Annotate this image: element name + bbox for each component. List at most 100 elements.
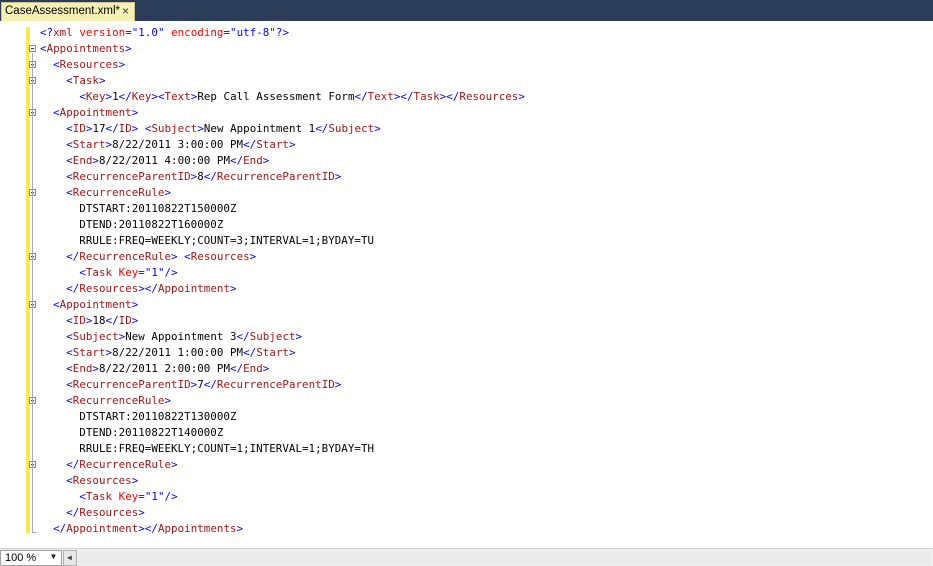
code-token: > — [288, 346, 296, 359]
code-token: </ — [105, 122, 119, 135]
code-line[interactable]: <End>8/22/2011 2:00:00 PM</End> — [40, 361, 269, 377]
code-line[interactable]: <ID>17</ID> <Subject>New Appointment 1</… — [40, 121, 381, 137]
code-token: </ — [354, 90, 368, 103]
code-token: RecurrenceParentID — [72, 170, 191, 183]
code-line[interactable]: <Start>8/22/2011 1:00:00 PM</Start> — [40, 345, 296, 361]
code-token: > — [131, 106, 139, 119]
code-line[interactable]: <Resources> — [40, 57, 125, 73]
code-line[interactable]: <Appointment> — [40, 105, 138, 121]
code-token: 17 — [92, 122, 106, 135]
code-token: > — [230, 282, 237, 295]
collapse-toggle-icon[interactable] — [29, 45, 36, 52]
line-gutter — [0, 21, 26, 548]
code-line[interactable]: <Key>1</Key><Text>Rep Call Assessment Fo… — [40, 89, 525, 105]
code-line[interactable]: <RecurrenceParentID>7</RecurrenceParentI… — [40, 377, 341, 393]
code-token: Resources — [72, 474, 132, 487]
code-line[interactable]: DTEND:20110822T140000Z — [40, 425, 223, 441]
code-token: Start — [256, 346, 289, 359]
code-token: > — [98, 74, 106, 87]
code-token: </ — [236, 330, 250, 343]
code-token: </ — [230, 362, 244, 375]
code-line[interactable]: DTSTART:20110822T150000Z — [40, 201, 237, 217]
code-line[interactable]: <Appointments> — [40, 41, 132, 57]
code-token: DTSTART:20110822T130000Z — [40, 410, 237, 423]
tab-caseassessment-xml[interactable]: CaseAssessment.xml* × — [1, 2, 135, 21]
code-line[interactable]: RRULE:FREQ=WEEKLY;COUNT=3;INTERVAL=1;BYD… — [40, 233, 374, 249]
code-line[interactable]: RRULE:FREQ=WEEKLY;COUNT=1;INTERVAL=1;BYD… — [40, 441, 374, 457]
code-token: > — [262, 362, 270, 375]
code-token: </ — [243, 138, 257, 151]
code-token: Resources — [79, 506, 139, 519]
code-line[interactable]: </Resources></Appointment> — [40, 281, 237, 297]
code-token: Start — [72, 346, 106, 359]
code-token: RecurrenceParentID — [216, 378, 335, 391]
code-line[interactable]: <End>8/22/2011 4:00:00 PM</End> — [40, 153, 269, 169]
code-token: DTSTART:20110822T150000Z — [40, 202, 237, 215]
code-token: Start — [256, 138, 289, 151]
code-token: New Appointment 3 — [125, 330, 237, 343]
code-token: Subject — [72, 330, 119, 343]
code-token: ID — [118, 314, 132, 327]
code-line[interactable]: <?xml version="1.0" encoding="utf-8"?> — [40, 25, 289, 41]
code-token: 8/22/2011 1:00:00 PM — [112, 346, 244, 359]
code-line[interactable]: </RecurrenceRule> — [40, 457, 178, 473]
code-line[interactable]: DTEND:20110822T160000Z — [40, 217, 223, 233]
code-token: Text — [367, 90, 394, 103]
code-line[interactable]: <RecurrenceParentID>8</RecurrenceParentI… — [40, 169, 341, 185]
code-token: Task — [72, 74, 99, 87]
zoom-dropdown[interactable]: 100 % ▼ — [0, 550, 62, 566]
code-token: Subject — [328, 122, 375, 135]
code-line[interactable]: DTSTART:20110822T130000Z — [40, 409, 237, 425]
scroll-left-button[interactable]: ◀ — [63, 550, 77, 566]
code-line[interactable]: <Subject>New Appointment 3</Subject> — [40, 329, 302, 345]
close-icon[interactable]: × — [122, 4, 129, 18]
document-tab-strip: CaseAssessment.xml* × — [0, 0, 933, 21]
code-token: > — [295, 330, 303, 343]
code-line[interactable]: </RecurrenceRule> <Resources> — [40, 249, 256, 265]
code-token: =" — [223, 26, 237, 39]
code-line[interactable]: <Start>8/22/2011 3:00:00 PM</Start> — [40, 137, 296, 153]
code-line[interactable]: <Resources> — [40, 473, 138, 489]
code-token: 1.0 — [138, 26, 158, 39]
code-token: Appointment — [59, 298, 132, 311]
code-token: </ — [144, 522, 158, 535]
code-line[interactable]: </Resources> — [40, 505, 145, 521]
code-token: 8/22/2011 4:00:00 PM — [98, 154, 230, 167]
outline-guide — [32, 53, 33, 533]
xml-editor[interactable]: <?xml version="1.0" encoding="utf-8"?> <A… — [0, 21, 933, 548]
code-token: > — [125, 42, 132, 55]
code-line[interactable]: <RecurrenceRule> — [40, 393, 171, 409]
status-bar: 100 % ▼ ◀ — [0, 548, 933, 566]
code-token: End — [243, 362, 263, 375]
changed-lines-bar — [26, 27, 30, 533]
code-token: </ — [203, 378, 217, 391]
code-line[interactable]: <Task> — [40, 73, 106, 89]
code-line[interactable]: <Task Key="1"/> — [40, 265, 178, 281]
code-token: > — [164, 186, 172, 199]
code-line[interactable]: <RecurrenceRule> — [40, 185, 171, 201]
code-line[interactable]: <ID>18</ID> — [40, 313, 138, 329]
horizontal-scrollbar[interactable] — [78, 551, 931, 565]
code-line[interactable]: <Appointment> — [40, 297, 138, 313]
code-token: Task — [85, 490, 113, 503]
code-token: Resources — [459, 90, 519, 103]
code-token: </ — [66, 282, 80, 295]
code-token: Appointments — [46, 42, 126, 55]
code-token: </ — [66, 250, 80, 263]
code-token: "?> — [269, 26, 290, 39]
code-line[interactable]: <Task Key="1"/> — [40, 489, 178, 505]
code-token: 8/22/2011 2:00:00 PM — [98, 362, 230, 375]
code-line[interactable]: </Appointment></Appointments> — [40, 521, 243, 537]
